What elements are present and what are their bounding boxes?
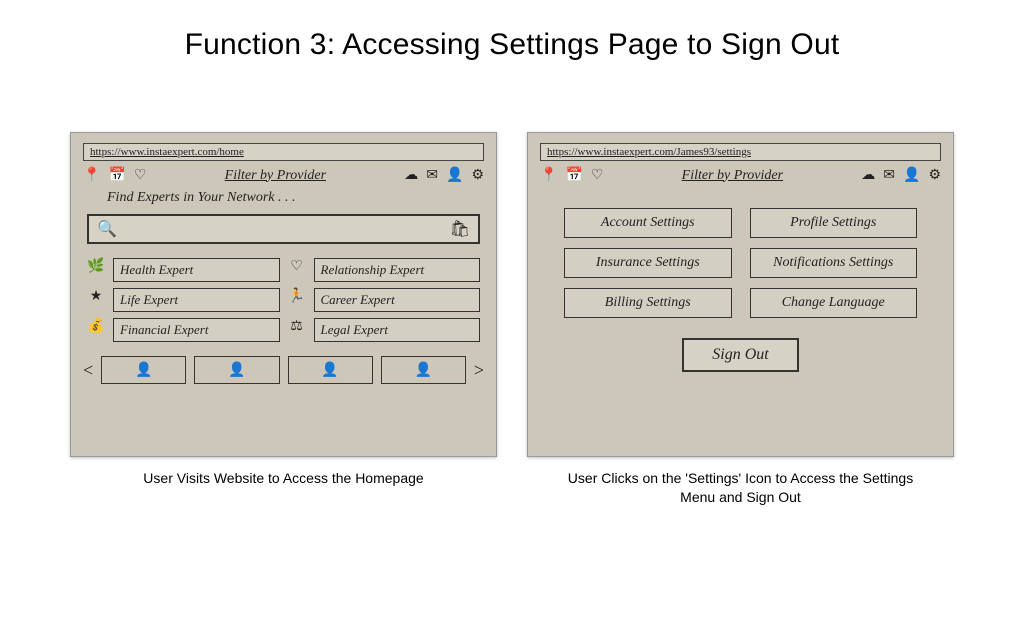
mail-icon[interactable]: ✉ xyxy=(883,167,895,184)
sign-out-button[interactable]: Sign Out xyxy=(682,338,798,372)
life-icon: ★ xyxy=(87,288,105,312)
heart-icon: ♡ xyxy=(288,258,306,282)
carousel-item[interactable]: 👤 xyxy=(101,356,186,384)
panel-homepage: https://www.instaexpert.com/home 📍 📅 ♡ F… xyxy=(70,132,497,507)
url-bar[interactable]: https://www.instaexpert.com/home xyxy=(83,143,484,161)
url-bar[interactable]: https://www.instaexpert.com/James93/sett… xyxy=(540,143,941,161)
homepage-sketch: https://www.instaexpert.com/home 📍 📅 ♡ F… xyxy=(70,132,497,457)
mail-icon[interactable]: ✉ xyxy=(426,167,438,184)
notifications-settings-button[interactable]: Notifications Settings xyxy=(750,248,918,278)
carousel-item[interactable]: 👤 xyxy=(288,356,373,384)
top-icon-row: 📍 📅 ♡ Filter by Provider ☁ ✉ 👤 ⚙ xyxy=(83,167,484,184)
category-legal[interactable]: Legal Expert xyxy=(314,318,481,342)
carousel-item[interactable]: 👤 xyxy=(381,356,466,384)
user-icon[interactable]: 👤 xyxy=(903,167,920,184)
panel2-caption: User Clicks on the 'Settings' Icon to Ac… xyxy=(551,469,931,507)
heart-icon[interactable]: ♡ xyxy=(591,167,604,184)
account-settings-button[interactable]: Account Settings xyxy=(564,208,732,238)
carousel-next[interactable]: > xyxy=(474,360,484,381)
billing-settings-button[interactable]: Billing Settings xyxy=(564,288,732,318)
profile-settings-button[interactable]: Profile Settings xyxy=(750,208,918,238)
pin-icon[interactable]: 📍 xyxy=(540,167,557,184)
calendar-icon[interactable]: 📅 xyxy=(565,167,582,184)
carousel-prev[interactable]: < xyxy=(83,360,93,381)
top-icon-row: 📍 📅 ♡ Filter by Provider ☁ ✉ 👤 ⚙ xyxy=(540,167,941,184)
settings-grid: Account Settings Profile Settings Insura… xyxy=(564,208,917,318)
calendar-icon[interactable]: 📅 xyxy=(108,167,125,184)
career-icon: 🏃 xyxy=(288,288,306,312)
cloud-icon[interactable]: ☁ xyxy=(861,167,875,184)
panels-row: https://www.instaexpert.com/home 📍 📅 ♡ F… xyxy=(70,132,954,507)
finance-icon: 💰 xyxy=(87,318,105,342)
signout-row: Sign Out xyxy=(540,338,941,372)
gear-icon[interactable]: ⚙ xyxy=(928,167,941,184)
gear-icon[interactable]: ⚙ xyxy=(471,167,484,184)
pin-icon[interactable]: 📍 xyxy=(83,167,100,184)
insurance-settings-button[interactable]: Insurance Settings xyxy=(564,248,732,278)
category-grid: 🌿 Health Expert ♡ Relationship Expert ★ … xyxy=(87,258,480,342)
search-icon: 🔍 xyxy=(97,219,117,239)
carousel-item[interactable]: 👤 xyxy=(194,356,279,384)
panel-settings: https://www.instaexpert.com/James93/sett… xyxy=(527,132,954,507)
health-icon: 🌿 xyxy=(87,258,105,282)
category-relationship[interactable]: Relationship Expert xyxy=(314,258,481,282)
heart-icon[interactable]: ♡ xyxy=(134,167,147,184)
settings-sketch: https://www.instaexpert.com/James93/sett… xyxy=(527,132,954,457)
category-financial[interactable]: Financial Expert xyxy=(113,318,280,342)
tagline: Find Experts in Your Network . . . xyxy=(107,190,484,206)
category-health[interactable]: Health Expert xyxy=(113,258,280,282)
filter-label: Filter by Provider xyxy=(611,168,853,184)
bag-icon: 🛍 xyxy=(450,219,470,239)
legal-icon: ⚖ xyxy=(288,318,306,342)
search-input[interactable]: 🔍 🛍 xyxy=(87,214,480,244)
category-life[interactable]: Life Expert xyxy=(113,288,280,312)
filter-label: Filter by Provider xyxy=(154,168,396,184)
user-icon[interactable]: 👤 xyxy=(446,167,463,184)
change-language-button[interactable]: Change Language xyxy=(750,288,918,318)
panel1-caption: User Visits Website to Access the Homepa… xyxy=(143,469,423,488)
expert-carousel: < 👤 👤 👤 👤 > xyxy=(83,356,484,384)
category-career[interactable]: Career Expert xyxy=(314,288,481,312)
page-title: Function 3: Accessing Settings Page to S… xyxy=(0,28,1024,62)
cloud-icon[interactable]: ☁ xyxy=(404,167,418,184)
